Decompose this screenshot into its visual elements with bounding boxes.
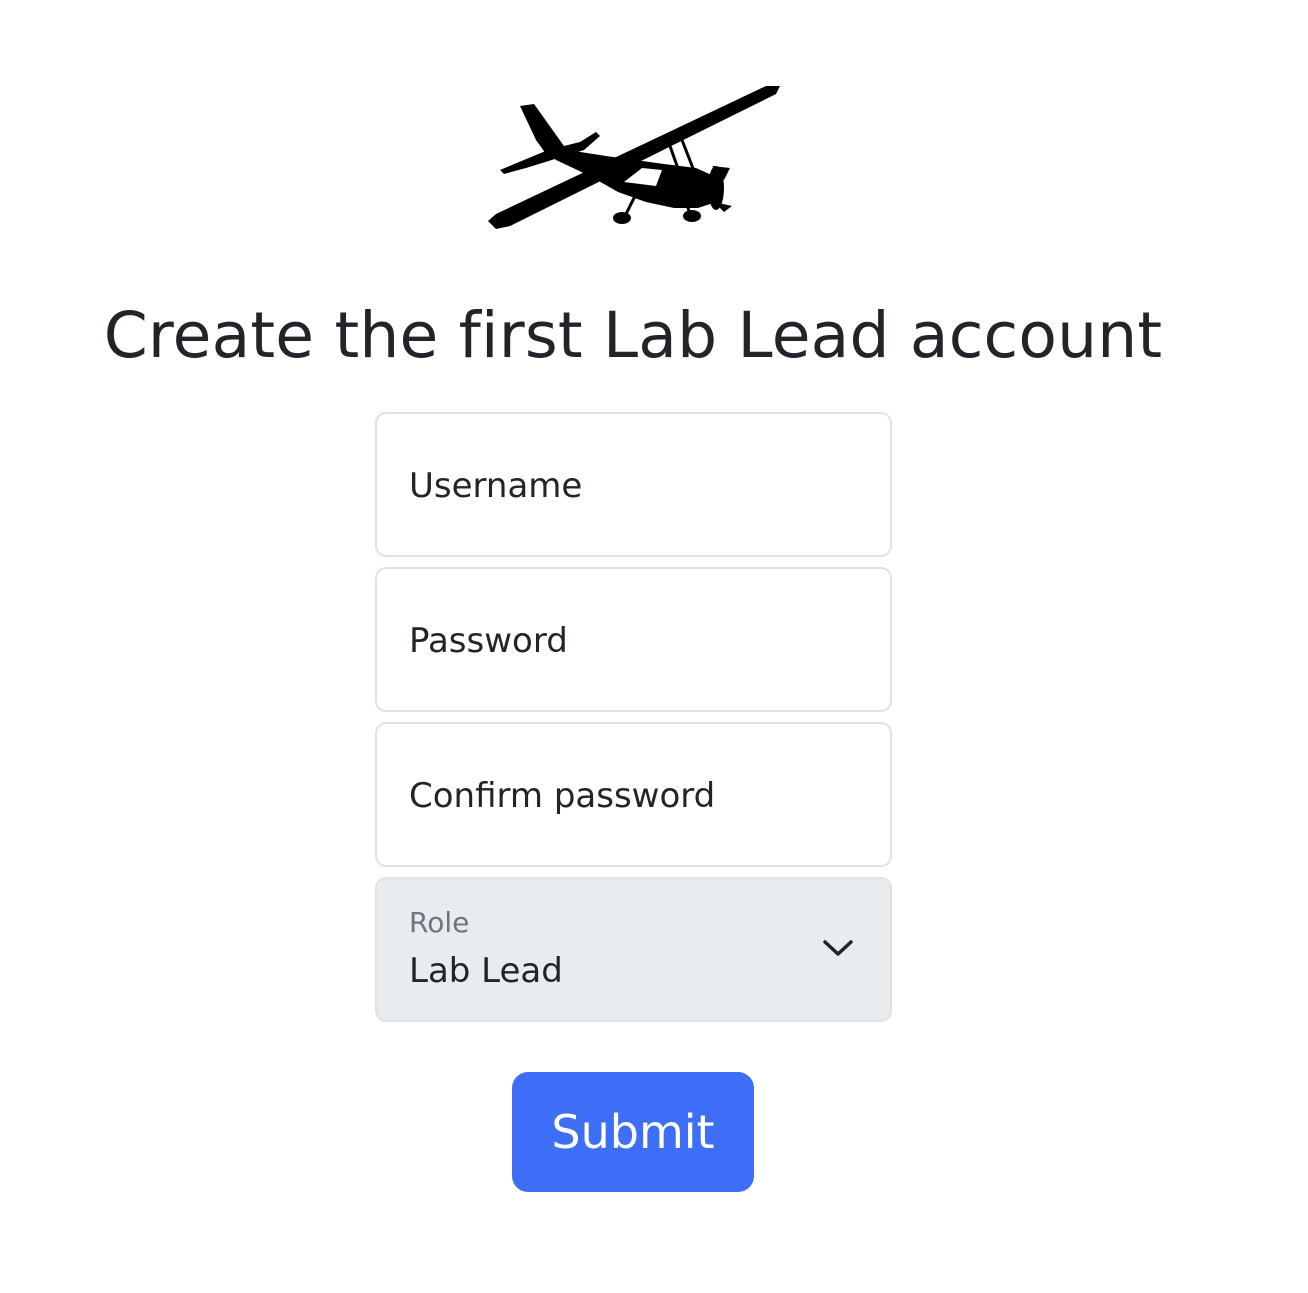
username-field[interactable]: Username [375,412,892,557]
confirm-password-placeholder: Confirm password [409,776,716,816]
role-select[interactable]: Role Lab Lead [375,877,892,1022]
username-placeholder: Username [409,466,583,506]
confirm-password-field[interactable]: Confirm password [375,722,892,867]
page-title: Create the first Lab Lead account [103,299,1163,372]
role-label: Role [409,906,470,939]
submit-button[interactable]: Submit [512,1072,754,1192]
role-value: Lab Lead [409,951,563,991]
signup-page: Create the first Lab Lead account Userna… [0,0,1308,1293]
airplane-icon [488,86,780,229]
password-field[interactable]: Password [375,567,892,712]
password-placeholder: Password [409,621,568,661]
chevron-down-icon [823,940,853,956]
